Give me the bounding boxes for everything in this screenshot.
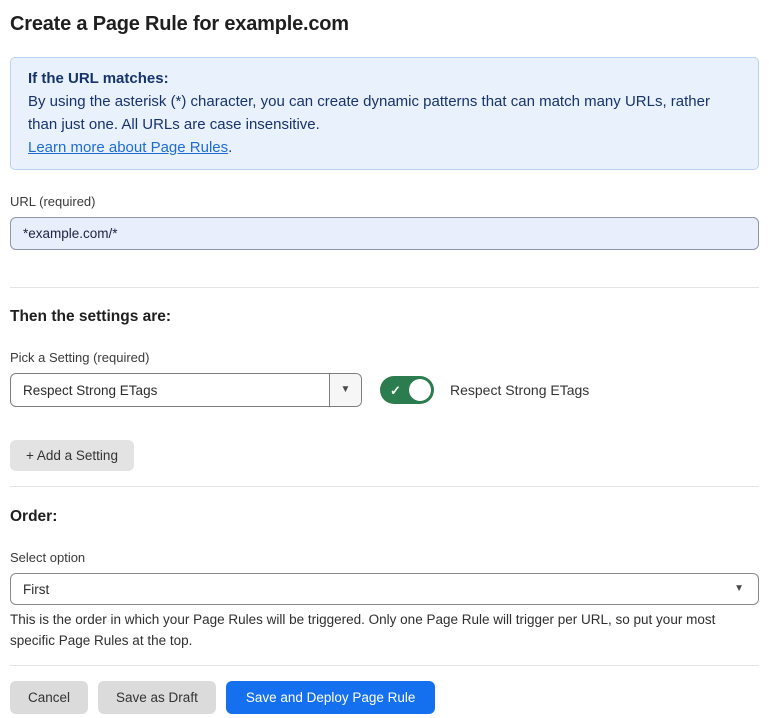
info-box-link-line: Learn more about Page Rules. (28, 136, 741, 159)
setting-dropdown[interactable]: Respect Strong ETags ▼ (10, 373, 362, 407)
order-select-value: First (23, 582, 49, 597)
setting-dropdown-arrow-button[interactable]: ▼ (329, 374, 361, 406)
url-field-label: URL (required) (10, 194, 759, 210)
chevron-down-icon: ▼ (341, 385, 351, 395)
order-section-heading: Order: (10, 507, 759, 526)
cancel-button[interactable]: Cancel (10, 681, 88, 714)
learn-more-link[interactable]: Learn more about Page Rules (28, 139, 228, 156)
order-select-label: Select option (10, 550, 759, 566)
footer-actions: Cancel Save as Draft Save and Deploy Pag… (10, 681, 759, 714)
setting-dropdown-value: Respect Strong ETags (11, 374, 329, 406)
setting-row: Respect Strong ETags ▼ ✓ Respect Strong … (10, 373, 759, 407)
chevron-down-icon: ▼ (734, 584, 744, 594)
save-deploy-button[interactable]: Save and Deploy Page Rule (226, 681, 436, 714)
info-box-heading: If the URL matches: (28, 67, 741, 90)
order-description: This is the order in which your Page Rul… (10, 609, 759, 651)
divider (10, 486, 759, 487)
order-select[interactable]: First ▼ (10, 573, 759, 605)
divider (10, 665, 759, 666)
toggle-label: Respect Strong ETags (450, 382, 589, 398)
page-title: Create a Page Rule for example.com (10, 12, 759, 36)
info-box-body: By using the asterisk (*) character, you… (28, 90, 741, 136)
pick-setting-label: Pick a Setting (required) (10, 350, 759, 366)
save-as-draft-button[interactable]: Save as Draft (98, 681, 216, 714)
divider (10, 287, 759, 288)
url-match-info-box: If the URL matches: By using the asteris… (10, 57, 759, 170)
settings-section-heading: Then the settings are: (10, 307, 759, 326)
url-input[interactable] (10, 217, 759, 250)
check-icon: ✓ (390, 384, 401, 397)
toggle-knob (409, 379, 431, 401)
add-setting-button[interactable]: + Add a Setting (10, 440, 134, 471)
etags-toggle[interactable]: ✓ (380, 376, 434, 404)
link-suffix: . (228, 139, 232, 156)
